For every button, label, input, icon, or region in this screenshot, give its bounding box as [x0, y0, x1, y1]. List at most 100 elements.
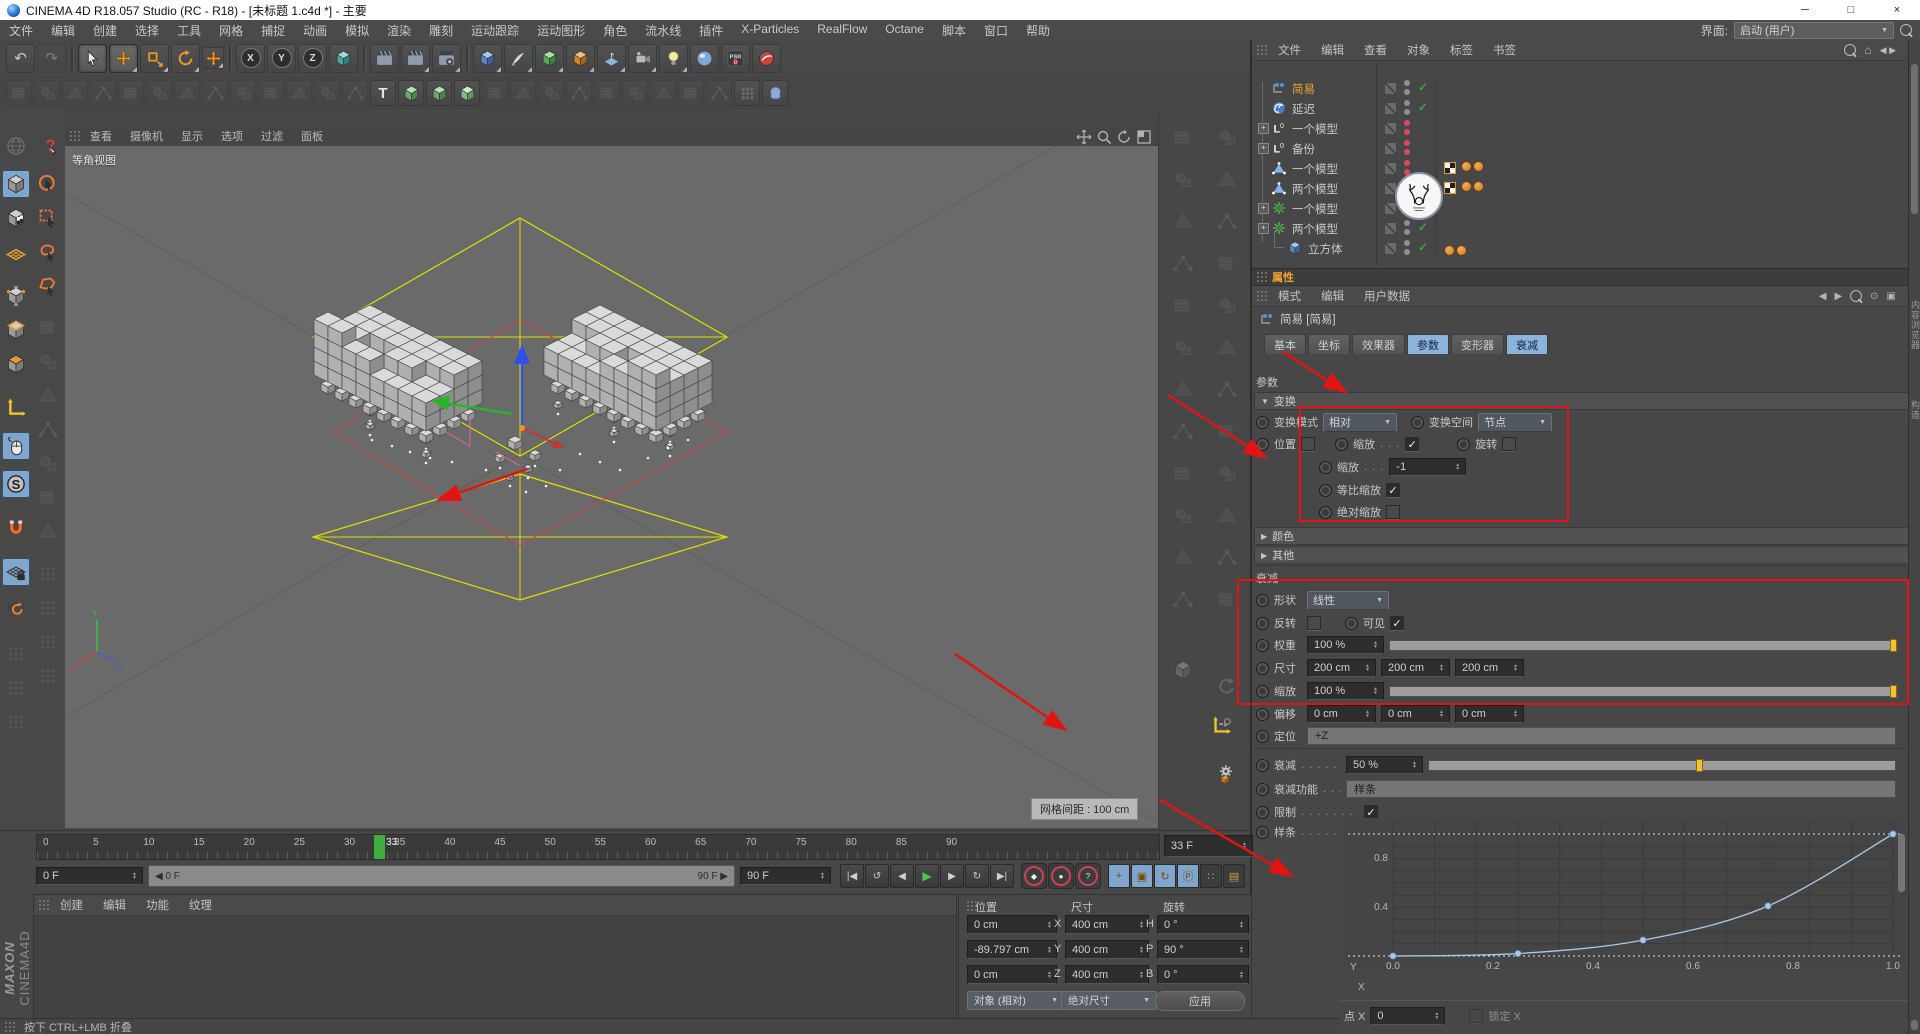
key-scale-toggle[interactable]: ▣: [1131, 864, 1153, 888]
snap-toggle-icon[interactable]: S: [2, 470, 30, 498]
other-section-bar[interactable]: ▶ 其他: [1254, 546, 1914, 564]
size-y-field[interactable]: 200 cm: [1381, 659, 1450, 677]
play-button[interactable]: ▶: [915, 864, 939, 888]
command-palette-icon[interactable]: [1209, 288, 1245, 324]
modeling-tool-icon[interactable]: [622, 80, 648, 106]
scale-value-field[interactable]: -1: [1389, 458, 1467, 476]
keyframe-circle[interactable]: [1256, 638, 1269, 652]
menu-item[interactable]: 运动图形: [528, 22, 594, 39]
visibility-dot[interactable]: [1404, 140, 1410, 146]
falloff-spline-graph[interactable]: 0.0 0.2 0.4 0.6 0.8 1.0 0.8 0.4 YX: [1340, 818, 1910, 1000]
modeling-tool-icon[interactable]: [650, 80, 676, 106]
object-name[interactable]: 一个模型: [1292, 121, 1338, 137]
viewport-menu-item[interactable]: 面板: [292, 128, 332, 144]
scrollbar[interactable]: [1911, 1020, 1918, 1030]
object-row[interactable]: 延迟 ✓: [1252, 98, 1910, 122]
visibility-dot[interactable]: [1404, 160, 1410, 166]
visible-checkbox[interactable]: [1390, 616, 1404, 630]
visibility-dot[interactable]: [1404, 120, 1410, 126]
rotation-field[interactable]: 0 °: [1157, 965, 1249, 984]
command-palette-icon[interactable]: [1165, 582, 1201, 618]
keyframe-circle[interactable]: [1256, 661, 1269, 675]
key-parameter-toggle[interactable]: Ⓟ: [1177, 864, 1199, 888]
attributes-menu-item[interactable]: 编辑: [1311, 288, 1354, 304]
current-frame-field[interactable]: 33 F: [1164, 835, 1253, 857]
object-row[interactable]: +一个模型✓: [1252, 198, 1910, 222]
render-settings-button[interactable]: ◢: [432, 43, 461, 73]
menu-item[interactable]: 运动跟踪: [462, 22, 528, 39]
tool-icon[interactable]: [34, 382, 62, 410]
modeling-tool-icon[interactable]: [230, 80, 256, 106]
snap-cube-icon[interactable]: [454, 80, 480, 106]
menu-item[interactable]: 捕捉: [252, 22, 294, 39]
size-field[interactable]: 400 cm: [1065, 965, 1149, 984]
lock-icon[interactable]: ⊙: [1870, 291, 1878, 302]
modeling-tool-icon[interactable]: [34, 80, 60, 106]
position-field[interactable]: 0 cm: [967, 915, 1057, 934]
tag-dot[interactable]: [1473, 161, 1484, 172]
panel-grip[interactable]: [69, 130, 81, 142]
falloff-shape-dropdown[interactable]: 线性: [1307, 590, 1389, 610]
workplane-lock-icon[interactable]: [2, 558, 30, 586]
l1-axis-icon[interactable]: =1: [1201, 706, 1241, 746]
modeling-tool-icon[interactable]: [202, 80, 228, 106]
coord-size-dropdown[interactable]: 绝对尺寸: [1061, 991, 1157, 1010]
subdivision-surface-button[interactable]: ◢: [535, 43, 564, 73]
visibility-dot[interactable]: [1404, 240, 1410, 246]
material-button[interactable]: [690, 43, 719, 73]
transform-mode-dropdown[interactable]: 相对: [1323, 412, 1397, 432]
orientation-dropdown[interactable]: +Z: [1307, 727, 1896, 745]
menu-item[interactable]: 脚本: [933, 22, 975, 39]
attributes-menu-item[interactable]: 用户数据: [1354, 288, 1420, 304]
weight-slider[interactable]: [1389, 638, 1897, 652]
menu-item[interactable]: Octane: [876, 22, 933, 39]
modeling-tool-icon[interactable]: [62, 80, 88, 106]
redo-button[interactable]: ↷: [37, 43, 66, 73]
keyframe-circle[interactable]: [1319, 483, 1332, 497]
command-palette-icon[interactable]: [1209, 330, 1245, 366]
command-palette-icon[interactable]: [1209, 246, 1245, 282]
tab-效果器[interactable]: 效果器: [1352, 334, 1405, 354]
command-palette-icon[interactable]: [1209, 582, 1245, 618]
menu-item[interactable]: 网格: [210, 22, 252, 39]
render-region-button[interactable]: ◢: [401, 43, 430, 73]
timeline-ruler[interactable]: 0 5 10 15 20 25 30 35 40 45 50 55 60 65 70 75 80 85 90 33: [36, 834, 1160, 860]
lock-x-checkbox[interactable]: [1469, 1009, 1484, 1023]
keyframe-circle[interactable]: [1256, 707, 1269, 721]
tool-icon[interactable]: [34, 662, 62, 690]
undo-button[interactable]: ↶: [6, 43, 35, 73]
object-name[interactable]: 一个模型: [1292, 201, 1338, 217]
tweak-mode-icon[interactable]: [2, 432, 30, 460]
previous-frame-button[interactable]: ◀: [890, 864, 914, 888]
object-name[interactable]: 一个模型: [1292, 161, 1338, 177]
enabled-check[interactable]: ✓: [1418, 220, 1428, 234]
panel-grip[interactable]: [1256, 271, 1268, 283]
keyframe-circle[interactable]: [1256, 593, 1269, 607]
viewport-menu-item[interactable]: 摄像机: [121, 128, 172, 144]
tab-参数[interactable]: 参数: [1407, 334, 1449, 354]
position-field[interactable]: -89.797 cm: [967, 940, 1057, 959]
command-palette-icon[interactable]: [1209, 540, 1245, 576]
menu-item[interactable]: 模拟: [336, 22, 378, 39]
search-icon[interactable]: [1844, 44, 1857, 56]
panel-grip[interactable]: [1256, 290, 1268, 302]
tool-icon[interactable]: [34, 594, 62, 622]
menu-item[interactable]: 动画: [294, 22, 336, 39]
modeling-tool-icon[interactable]: [566, 80, 592, 106]
texture-tag[interactable]: [1444, 162, 1456, 174]
viewport-menu-item[interactable]: 选项: [212, 128, 252, 144]
tab-坐标[interactable]: 坐标: [1308, 334, 1350, 354]
panel-grip[interactable]: [1256, 44, 1268, 56]
paint-blue-icon[interactable]: [762, 80, 788, 106]
tab-变形器[interactable]: 变形器: [1451, 334, 1504, 354]
goto-end-button[interactable]: ▶|: [990, 864, 1014, 888]
last-used-tool[interactable]: ◢: [202, 47, 224, 69]
keyframe-circle[interactable]: [1256, 782, 1269, 796]
texture-tag[interactable]: [1444, 182, 1456, 194]
home-icon[interactable]: ⌂: [1864, 43, 1871, 57]
size-field[interactable]: 400 cm: [1065, 940, 1149, 959]
expand-icon[interactable]: +: [1258, 203, 1269, 214]
uniform-scale-checkbox[interactable]: [1386, 483, 1400, 497]
command-palette-icon[interactable]: [1209, 162, 1245, 198]
points-mode-icon[interactable]: >: [2, 282, 30, 310]
